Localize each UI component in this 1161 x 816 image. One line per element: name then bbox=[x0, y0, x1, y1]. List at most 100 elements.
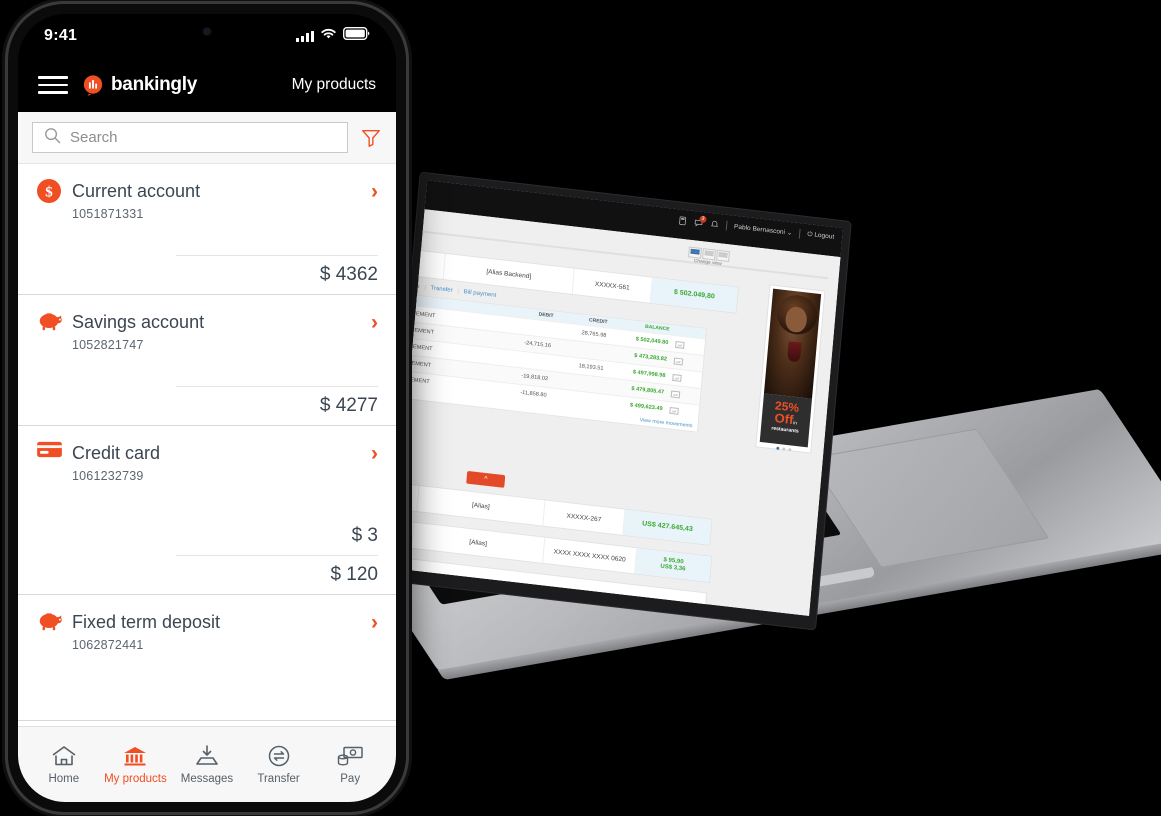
hamburger-menu-icon[interactable] bbox=[38, 76, 68, 94]
carousel-dot[interactable] bbox=[781, 447, 785, 451]
pdf-icon[interactable]: pdf bbox=[675, 340, 685, 349]
account-amount: US$ 427.645,43 bbox=[623, 509, 712, 545]
cell-debit: -19,818.02 bbox=[521, 373, 549, 383]
user-name: Pablo Bernasconi bbox=[733, 223, 786, 237]
bankingly-logo-icon bbox=[82, 74, 104, 96]
change-view-switch[interactable]: Change view bbox=[685, 245, 733, 268]
promo-text: 25% Offin restaurants bbox=[759, 393, 812, 448]
carousel-dot[interactable] bbox=[775, 446, 779, 450]
account-balance: $ 3 bbox=[351, 525, 378, 546]
brand-logo: bankingly bbox=[82, 74, 197, 96]
filter-funnel-icon[interactable] bbox=[360, 127, 382, 149]
banknote-coins-icon bbox=[336, 744, 364, 768]
status-time: 9:41 bbox=[44, 27, 78, 44]
pdf-icon[interactable]: pdf bbox=[670, 390, 681, 398]
tab-label: Home bbox=[48, 773, 80, 785]
tab-transfer[interactable]: Transfer bbox=[243, 744, 315, 785]
tab-my-products[interactable]: My products bbox=[100, 744, 172, 785]
credit-card-icon bbox=[36, 440, 62, 466]
cell-debit bbox=[491, 356, 549, 363]
cell-debit: -24,715.16 bbox=[523, 340, 552, 350]
app-bar: bankingly My products bbox=[18, 58, 396, 112]
account-name: Current account bbox=[72, 180, 201, 201]
power-icon: ⏻ bbox=[807, 230, 813, 239]
divider bbox=[798, 228, 801, 239]
logout-button[interactable]: ⏻ Logout bbox=[807, 230, 834, 242]
tab-home[interactable]: Home bbox=[28, 744, 100, 785]
account-alias: [Alias] bbox=[412, 522, 546, 563]
laptop-screen-bezel: 3 Pablo Bernasconi ⌄ ⏻ Logout Change vie… bbox=[393, 180, 844, 617]
bank-columns-icon bbox=[121, 744, 149, 768]
list-item[interactable]: Savings account › 1052821747 $ 4277 bbox=[18, 295, 396, 426]
piggy-bank-icon bbox=[36, 609, 62, 635]
cell-debit bbox=[494, 323, 552, 330]
laptop-lid: 3 Pablo Bernasconi ⌄ ⏻ Logout Change vie… bbox=[385, 172, 851, 630]
promo-line2: Off bbox=[773, 410, 795, 428]
account-name: Credit card bbox=[72, 442, 161, 463]
account-name: Savings account bbox=[72, 311, 205, 332]
tab-label: Transfer bbox=[257, 773, 300, 785]
chevron-right-icon[interactable]: › bbox=[371, 181, 378, 202]
promo-image bbox=[763, 288, 822, 399]
cell-credit bbox=[547, 396, 601, 402]
bottom-tab-bar: Home My products Messages Transfer Pay bbox=[18, 726, 396, 802]
cell-credit bbox=[548, 379, 602, 385]
svg-text:$: $ bbox=[45, 185, 53, 201]
chevron-right-icon[interactable]: › bbox=[371, 443, 378, 464]
account-number: 1062872441 bbox=[72, 638, 144, 652]
chevron-up-icon: ^ bbox=[483, 475, 488, 483]
account-name: Fixed term deposit bbox=[72, 611, 221, 632]
promo-banner[interactable]: 25% Offin restaurants bbox=[755, 284, 826, 454]
notification-badge: 3 bbox=[699, 214, 707, 223]
tab-bill-payment[interactable]: Bill payment bbox=[458, 289, 501, 300]
search-placeholder: Search bbox=[70, 129, 118, 146]
app-body: Search $ Current account › 1051871331 $ … bbox=[18, 112, 396, 726]
scene: 3 Pablo Bernasconi ⌄ ⏻ Logout Change vie… bbox=[0, 0, 1161, 816]
cell-credit: 28,765.98 bbox=[581, 330, 607, 339]
account-number: 1052821747 bbox=[72, 338, 144, 352]
cell-debit: -11,858.80 bbox=[519, 389, 547, 399]
calculator-icon[interactable] bbox=[678, 215, 688, 225]
tab-messages[interactable]: Messages bbox=[171, 744, 243, 785]
account-amount: $ 95,90 US$ 3,36 bbox=[635, 548, 712, 582]
tab-label: Pay bbox=[340, 773, 361, 785]
collapse-button[interactable]: ^ bbox=[466, 470, 506, 488]
bell-icon[interactable] bbox=[710, 219, 720, 229]
brand-name: bankingly bbox=[111, 74, 197, 95]
tab-label: My products bbox=[104, 773, 167, 785]
pdf-icon[interactable]: pdf bbox=[672, 373, 682, 382]
phone-device: 9:41 bankingly My products Search $ Curr… bbox=[8, 4, 406, 812]
chevron-right-icon[interactable]: › bbox=[371, 612, 378, 633]
list-item[interactable]: Credit card › 1061232739 $ 3 $ 120 bbox=[18, 426, 396, 595]
chevron-right-icon[interactable]: › bbox=[371, 312, 378, 333]
web-content: Change view [Alias Backend] XXXXX-561 $ … bbox=[393, 209, 841, 617]
account-amount: $ 502.049,80 bbox=[650, 277, 738, 313]
account-alias: [Alias] bbox=[417, 485, 546, 526]
account-amount-usd: US$ 3,36 bbox=[660, 563, 686, 573]
signal-bars-icon bbox=[296, 30, 314, 42]
page-title: My products bbox=[291, 76, 376, 93]
search-input[interactable]: Search bbox=[32, 122, 348, 153]
list-item[interactable]: Fixed term deposit › 1062872441 bbox=[18, 595, 396, 721]
tab-transfer[interactable]: Transfer bbox=[425, 284, 459, 295]
cell-credit: 18,193.51 bbox=[578, 363, 604, 372]
account-balance-secondary: $ 120 bbox=[176, 555, 378, 594]
tab-pay[interactable]: Pay bbox=[314, 744, 386, 785]
cell-credit bbox=[551, 346, 605, 352]
battery-icon bbox=[342, 26, 370, 45]
messages-icon[interactable]: 3 bbox=[694, 214, 707, 227]
inbox-download-icon bbox=[193, 744, 221, 768]
piggy-bank-icon bbox=[36, 309, 62, 335]
laptop-device: 3 Pablo Bernasconi ⌄ ⏻ Logout Change vie… bbox=[330, 150, 1161, 750]
chevron-down-icon: ⌄ bbox=[786, 229, 793, 237]
search-bar: Search bbox=[18, 112, 396, 164]
pdf-icon[interactable]: pdf bbox=[673, 357, 684, 365]
phone-screen: 9:41 bankingly My products Search $ Curr… bbox=[18, 14, 396, 802]
list-item[interactable]: $ Current account › 1051871331 $ 4362 bbox=[18, 164, 396, 295]
pdf-icon[interactable]: pdf bbox=[669, 406, 679, 415]
transfer-arrows-icon bbox=[265, 744, 293, 768]
carousel-dot[interactable] bbox=[787, 448, 791, 452]
tab-label: Messages bbox=[180, 773, 234, 785]
account-number: 1051871331 bbox=[72, 207, 144, 221]
user-menu[interactable]: Pablo Bernasconi ⌄ bbox=[734, 222, 793, 236]
